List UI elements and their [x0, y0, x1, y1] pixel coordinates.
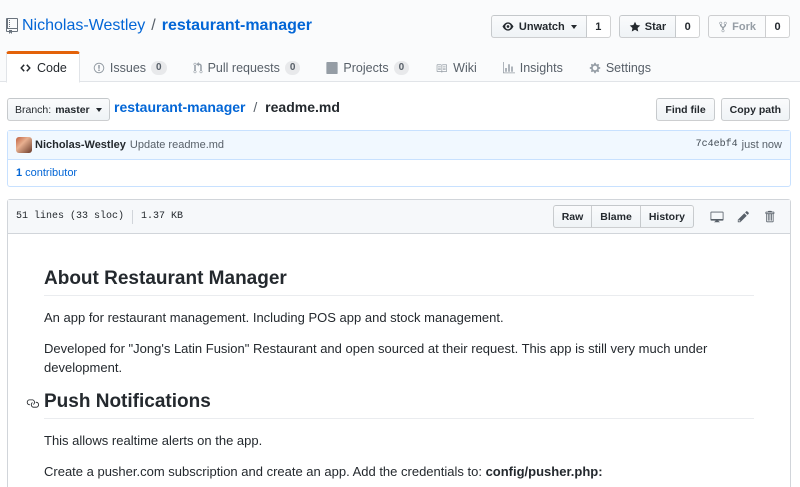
- file-nav-buttons: Find file Copy path: [656, 98, 790, 121]
- chevron-down-icon: [95, 107, 102, 112]
- breadcrumb-file: readme.md: [265, 99, 340, 115]
- file-header: 51 lines (33 sloc) 1.37 KB Raw Blame His…: [8, 200, 790, 234]
- commit-author-link[interactable]: Nicholas-Westley: [35, 139, 126, 151]
- pull-requests-counter: 0: [284, 61, 301, 75]
- commit-message-link[interactable]: Update readme.md: [130, 139, 224, 151]
- chevron-down-icon: [570, 24, 577, 29]
- repo-title: Nicholas-Westley / restaurant-manager: [6, 16, 312, 36]
- tab-pull-requests-label: Pull requests: [207, 61, 280, 75]
- copy-path-button[interactable]: Copy path: [720, 98, 790, 121]
- commit-sha-link[interactable]: 7c4ebf4: [696, 139, 738, 151]
- find-file-button[interactable]: Find file: [656, 98, 715, 121]
- blame-button[interactable]: Blame: [592, 205, 641, 228]
- breadcrumb-repo-link[interactable]: restaurant-manager: [114, 99, 246, 115]
- readme-heading-about: About Restaurant Manager: [44, 268, 754, 296]
- readme-heading-push-label: Push Notifications: [44, 391, 211, 412]
- fork-icon: [718, 21, 728, 33]
- readme-paragraph: Create a pusher.com subscription and cre…: [44, 462, 754, 481]
- history-button[interactable]: History: [640, 205, 694, 228]
- repo-owner-link[interactable]: Nicholas-Westley: [22, 17, 145, 35]
- repo-actions: Unwatch 1 Star 0 Fork 0: [490, 15, 790, 38]
- trash-icon[interactable]: [756, 206, 782, 228]
- tab-projects-label: Projects: [343, 61, 389, 75]
- file-actions: Raw Blame History: [552, 205, 782, 228]
- unwatch-button[interactable]: Unwatch: [490, 15, 587, 38]
- file-info: 51 lines (33 sloc) 1.37 KB: [16, 209, 184, 224]
- readme-paragraph: This allows realtime alerts on the app.: [44, 433, 263, 448]
- tab-wiki-label: Wiki: [453, 61, 477, 75]
- file-box: 51 lines (33 sloc) 1.37 KB Raw Blame His…: [7, 199, 791, 487]
- tab-insights-label: Insights: [519, 61, 563, 75]
- tab-pull-requests[interactable]: Pull requests 0: [180, 51, 314, 83]
- commit-time: just now: [741, 139, 782, 151]
- fork-group: Fork 0: [708, 15, 790, 38]
- contributors-link[interactable]: 1 contributor: [8, 160, 790, 186]
- star-button[interactable]: Star: [618, 15, 677, 38]
- book-icon: [435, 63, 448, 74]
- tab-issues[interactable]: Issues 0: [80, 51, 180, 83]
- tab-code[interactable]: Code: [6, 51, 80, 83]
- star-group: Star 0: [618, 15, 701, 38]
- readme-paragraph: An app for restaurant management. Includ…: [44, 310, 504, 325]
- file-lines: 51 lines (33 sloc): [16, 211, 125, 222]
- avatar[interactable]: [16, 137, 32, 153]
- repo-name-link[interactable]: restaurant-manager: [162, 17, 312, 35]
- latest-commit: Nicholas-Westley Update readme.md 7c4ebf…: [8, 131, 790, 160]
- tab-settings[interactable]: Settings: [576, 51, 664, 83]
- breadcrumb-separator: /: [253, 99, 258, 115]
- readme-content: About Restaurant Manager An app for rest…: [8, 268, 790, 481]
- tab-code-label: Code: [37, 61, 67, 75]
- readme-paragraph-text: Create a pusher.com subscription and cre…: [44, 464, 486, 479]
- breadcrumb: restaurant-manager / readme.md: [114, 99, 340, 115]
- unwatch-label: Unwatch: [518, 20, 565, 33]
- pencil-icon[interactable]: [730, 206, 756, 228]
- tab-issues-label: Issues: [109, 61, 147, 75]
- issues-counter: 0: [151, 61, 167, 75]
- fork-label: Fork: [732, 20, 756, 33]
- fork-button[interactable]: Fork: [708, 15, 766, 38]
- branch-prefix: Branch:: [15, 103, 52, 116]
- graph-icon: [502, 62, 515, 74]
- file-view-buttons: Raw Blame History: [552, 205, 694, 228]
- stargazers-count[interactable]: 0: [676, 15, 701, 38]
- branch-name: master: [55, 103, 90, 116]
- link-icon[interactable]: [26, 397, 39, 410]
- contributors-label: contributor: [25, 167, 78, 179]
- pull-request-icon: [193, 62, 203, 74]
- file-size: 1.37 KB: [141, 211, 184, 222]
- readme-paragraph: Developed for "Jong's Latin Fusion" Rest…: [44, 341, 708, 375]
- repo-header: Nicholas-Westley / restaurant-manager Un…: [0, 0, 800, 83]
- tab-settings-label: Settings: [605, 61, 652, 75]
- forks-count[interactable]: 0: [766, 15, 790, 38]
- contributors-count: 1: [16, 167, 23, 179]
- tab-wiki[interactable]: Wiki: [422, 51, 490, 83]
- branch-select-button[interactable]: Branch: master: [7, 98, 110, 121]
- star-icon: [629, 21, 641, 33]
- eye-icon: [501, 21, 515, 32]
- watch-group: Unwatch 1: [490, 15, 611, 38]
- issue-icon: [93, 62, 105, 74]
- desktop-icon[interactable]: [704, 206, 730, 228]
- watchers-count[interactable]: 1: [586, 15, 611, 38]
- star-label: Star: [644, 20, 667, 33]
- readme-code-path: config/pusher.php:: [485, 464, 603, 479]
- commit-meta: 7c4ebf4 just now: [696, 139, 782, 151]
- commit-tease: Nicholas-Westley Update readme.md 7c4ebf…: [7, 130, 791, 187]
- projects-counter: 0: [393, 61, 410, 75]
- gear-icon: [589, 62, 601, 74]
- repo-icon: [6, 18, 18, 34]
- tab-projects[interactable]: Projects 0: [313, 51, 422, 83]
- readme-heading-push: Push Notifications: [26, 391, 754, 419]
- repo-nav: Code Issues 0 Pull requests 0 Projects 0: [6, 51, 664, 83]
- project-icon: [326, 62, 339, 74]
- tab-insights[interactable]: Insights: [490, 51, 576, 83]
- file-info-divider: [132, 209, 134, 224]
- code-icon: [19, 62, 32, 74]
- raw-button[interactable]: Raw: [552, 205, 593, 228]
- repo-title-separator: /: [151, 17, 156, 34]
